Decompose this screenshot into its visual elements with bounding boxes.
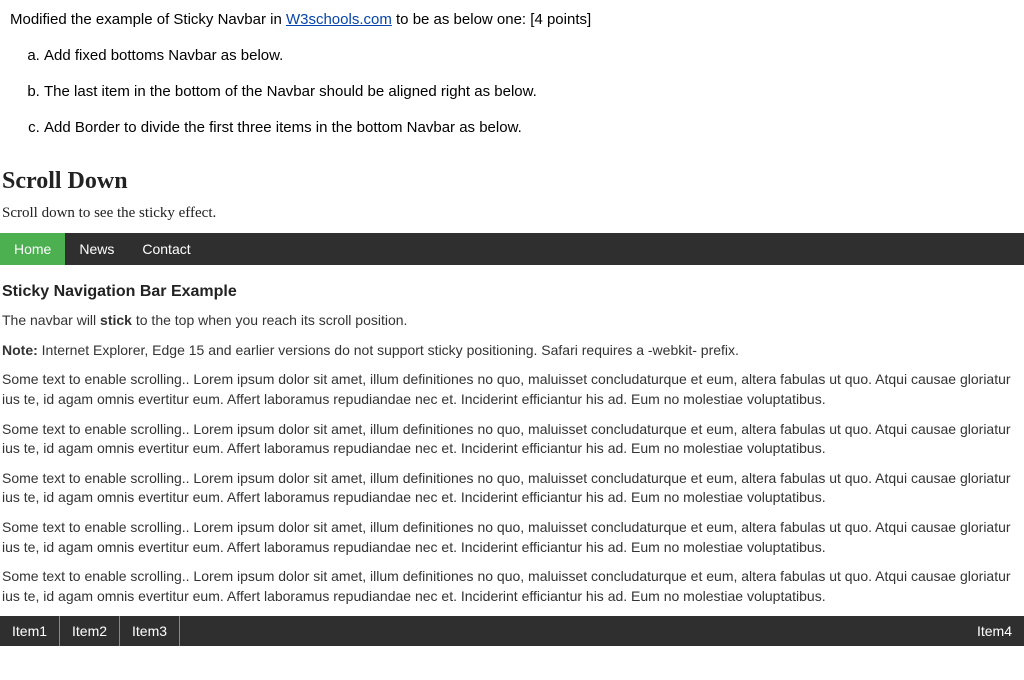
lorem-1: Some text to enable scrolling.. Lorem ip… xyxy=(2,370,1024,409)
question-block: Modified the example of Sticky Navbar in… xyxy=(0,0,1024,150)
nav-news[interactable]: News xyxy=(65,233,128,265)
note-bold: Note: xyxy=(2,342,38,358)
subquestion-list: Add fixed bottoms Navbar as below. The l… xyxy=(10,38,1014,146)
subquestion-c: Add Border to divide the first three ite… xyxy=(44,110,1014,146)
demo-screenshot: Scroll Down Scroll down to see the stick… xyxy=(0,168,1024,646)
example-body: Sticky Navigation Bar Example The navbar… xyxy=(0,283,1024,606)
stick-line-b: to the top when you reach its scroll pos… xyxy=(132,312,407,328)
question-text-prefix: Modified the example of Sticky Navbar in xyxy=(10,11,286,28)
note-line: Note: Internet Explorer, Edge 15 and ear… xyxy=(2,341,1024,361)
stick-line-a: The navbar will xyxy=(2,312,100,328)
bottom-item-3[interactable]: Item3 xyxy=(120,616,180,646)
subquestion-a: Add fixed bottoms Navbar as below. xyxy=(44,38,1014,74)
lorem-5: Some text to enable scrolling.. Lorem ip… xyxy=(2,567,1024,606)
question-text-suffix: to be as below one: xyxy=(392,11,530,28)
w3schools-link[interactable]: W3schools.com xyxy=(286,11,392,28)
nav-contact[interactable]: Contact xyxy=(128,233,204,265)
lorem-3: Some text to enable scrolling.. Lorem ip… xyxy=(2,469,1024,508)
demo-subtext: Scroll down to see the sticky effect. xyxy=(2,203,1024,223)
lorem-2: Some text to enable scrolling.. Lorem ip… xyxy=(2,420,1024,459)
demo-heading: Scroll Down xyxy=(2,168,1024,195)
stick-line: The navbar will stick to the top when yo… xyxy=(2,311,1024,331)
lorem-4: Some text to enable scrolling.. Lorem ip… xyxy=(2,518,1024,557)
stick-bold: stick xyxy=(100,312,132,328)
bottom-navbar: Item1 Item2 Item3 Item4 xyxy=(0,616,1024,646)
note-rest: Internet Explorer, Edge 15 and earlier v… xyxy=(38,342,739,358)
bottom-item-2[interactable]: Item2 xyxy=(60,616,120,646)
nav-home[interactable]: Home xyxy=(0,233,65,265)
bottom-item-4[interactable]: Item4 xyxy=(965,616,1024,646)
example-title: Sticky Navigation Bar Example xyxy=(2,283,1024,301)
points-label: [4 points] xyxy=(530,11,591,28)
subquestion-b: The last item in the bottom of the Navba… xyxy=(44,74,1014,110)
bottom-item-1[interactable]: Item1 xyxy=(0,616,60,646)
top-navbar: Home News Contact xyxy=(0,233,1024,265)
